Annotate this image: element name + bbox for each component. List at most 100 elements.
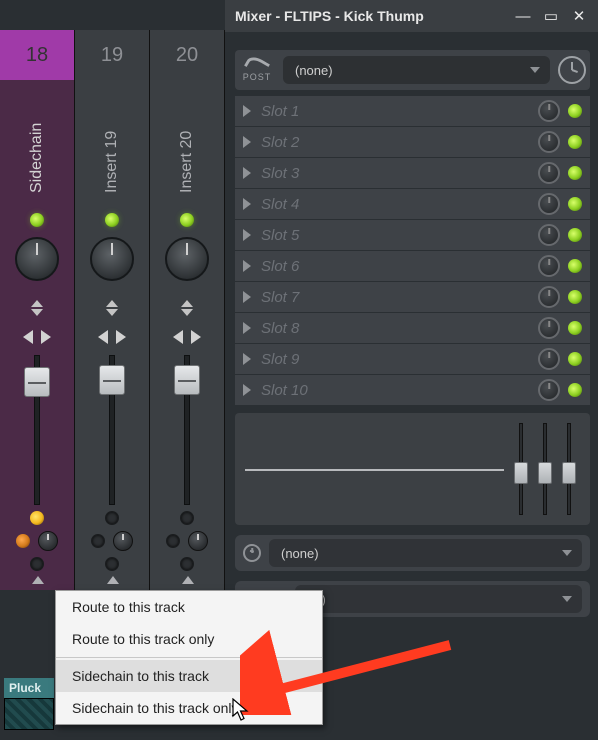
volume-fader[interactable]	[167, 355, 207, 505]
fx-slot[interactable]: Slot 5	[235, 220, 590, 250]
input-select[interactable]: (none)	[283, 56, 550, 84]
clock-icon[interactable]	[243, 544, 261, 562]
slot-enable-led-icon[interactable]	[568, 104, 582, 118]
slot-enable-led-icon[interactable]	[568, 166, 582, 180]
record-arm-icon[interactable]	[180, 511, 194, 525]
input-routing-row: POST (none)	[235, 50, 590, 90]
stereo-sep-icon[interactable]	[171, 327, 203, 347]
fx-toggle-icon[interactable]	[175, 295, 199, 321]
stereo-sep-icon[interactable]	[96, 327, 128, 347]
fx-enable-icon[interactable]	[16, 534, 30, 548]
play-icon	[243, 136, 251, 148]
send-knob[interactable]	[38, 531, 58, 551]
slot-mix-knob[interactable]	[538, 100, 560, 122]
fx-slot[interactable]: Slot 4	[235, 189, 590, 219]
fx-slot[interactable]: Slot 9	[235, 344, 590, 374]
title-bar: Mixer - FLTIPS - Kick Thump — ▭ ✕	[225, 0, 598, 32]
chevron-right-icon	[562, 550, 572, 556]
slot-mix-knob[interactable]	[538, 131, 560, 153]
track-number-18[interactable]: 18	[0, 30, 75, 80]
mixer-track-18[interactable]: Sidechain	[0, 80, 75, 590]
minimize-button[interactable]: —	[510, 5, 536, 27]
fx-toggle-icon[interactable]	[100, 295, 124, 321]
menu-route-to-track-only[interactable]: Route to this track only	[56, 623, 322, 655]
eq-mid-slider[interactable]	[536, 423, 554, 515]
mixer-track-19[interactable]: Insert 19	[75, 80, 150, 590]
input-select-label: (none)	[295, 63, 333, 78]
pattern-preview	[4, 698, 54, 730]
slot-mix-knob[interactable]	[538, 255, 560, 277]
track-name: Insert 19	[103, 93, 121, 193]
fx-slot[interactable]: Slot 3	[235, 158, 590, 188]
slot-enable-led-icon[interactable]	[568, 383, 582, 397]
volume-fader[interactable]	[17, 355, 57, 505]
dock-indicator-icon[interactable]	[105, 557, 119, 571]
stereo-sep-icon[interactable]	[21, 327, 53, 347]
route-caret-icon[interactable]	[32, 576, 44, 584]
close-button[interactable]: ✕	[566, 5, 592, 27]
pattern-clip-pluck[interactable]: Pluck	[4, 678, 54, 730]
dock-indicator-icon[interactable]	[180, 557, 194, 571]
fx-panel: POST (none) Slot 1 Slot 2 Slot 3 Slot 4 …	[235, 50, 590, 640]
latency-clock-icon[interactable]	[558, 56, 586, 84]
fx-slot[interactable]: Slot 10	[235, 375, 590, 405]
pan-knob[interactable]	[90, 237, 134, 281]
slot-enable-led-icon[interactable]	[568, 290, 582, 304]
play-icon	[243, 322, 251, 334]
menu-sidechain-to-track-only[interactable]: Sidechain to this track only	[56, 692, 322, 724]
fx-slot[interactable]: Slot 7	[235, 282, 590, 312]
pan-knob[interactable]	[15, 237, 59, 281]
mute-led-icon[interactable]	[30, 213, 44, 227]
output-select-row: (none)	[235, 535, 590, 571]
send-knob[interactable]	[113, 531, 133, 551]
post-icon[interactable]: POST	[239, 55, 275, 85]
window-controls: — ▭ ✕	[510, 5, 592, 27]
slot-mix-knob[interactable]	[538, 379, 560, 401]
send-knob[interactable]	[188, 531, 208, 551]
output-select-2[interactable]: ne)	[295, 585, 582, 613]
slot-enable-led-icon[interactable]	[568, 352, 582, 366]
eq-high-slider[interactable]	[560, 423, 578, 515]
restore-button[interactable]: ▭	[538, 5, 564, 27]
menu-sidechain-to-track[interactable]: Sidechain to this track	[56, 660, 322, 692]
slot-mix-knob[interactable]	[538, 224, 560, 246]
route-caret-icon[interactable]	[107, 576, 119, 584]
mixer-tracks: Sidechain Insert 19	[0, 80, 225, 590]
slot-mix-knob[interactable]	[538, 286, 560, 308]
play-icon	[243, 260, 251, 272]
fx-slot[interactable]: Slot 2	[235, 127, 590, 157]
track-number-19[interactable]: 19	[75, 30, 150, 80]
output-select[interactable]: (none)	[269, 539, 582, 567]
menu-route-to-track[interactable]: Route to this track	[56, 591, 322, 623]
volume-fader[interactable]	[92, 355, 132, 505]
mute-led-icon[interactable]	[180, 213, 194, 227]
slot-mix-knob[interactable]	[538, 193, 560, 215]
fx-toggle-icon[interactable]	[25, 295, 49, 321]
slot-mix-knob[interactable]	[538, 348, 560, 370]
slot-enable-led-icon[interactable]	[568, 259, 582, 273]
mute-led-icon[interactable]	[105, 213, 119, 227]
eq-low-slider[interactable]	[512, 423, 530, 515]
eq-plot[interactable]	[241, 419, 508, 519]
slot-enable-led-icon[interactable]	[568, 197, 582, 211]
play-icon	[243, 167, 251, 179]
record-arm-icon[interactable]	[105, 511, 119, 525]
fx-slot[interactable]: Slot 6	[235, 251, 590, 281]
menu-separator	[56, 657, 322, 658]
track-number-20[interactable]: 20	[150, 30, 225, 80]
fx-enable-icon[interactable]	[91, 534, 105, 548]
slot-mix-knob[interactable]	[538, 317, 560, 339]
slot-enable-led-icon[interactable]	[568, 228, 582, 242]
slot-enable-led-icon[interactable]	[568, 321, 582, 335]
slot-enable-led-icon[interactable]	[568, 135, 582, 149]
fx-slot[interactable]: Slot 8	[235, 313, 590, 343]
mixer-track-20[interactable]: Insert 20	[150, 80, 225, 590]
fx-enable-icon[interactable]	[166, 534, 180, 548]
fx-slots: Slot 1 Slot 2 Slot 3 Slot 4 Slot 5 Slot …	[235, 96, 590, 405]
route-caret-icon[interactable]	[182, 576, 194, 584]
dock-indicator-icon[interactable]	[30, 557, 44, 571]
slot-mix-knob[interactable]	[538, 162, 560, 184]
fx-slot[interactable]: Slot 1	[235, 96, 590, 126]
pan-knob[interactable]	[165, 237, 209, 281]
record-arm-icon[interactable]	[30, 511, 44, 525]
